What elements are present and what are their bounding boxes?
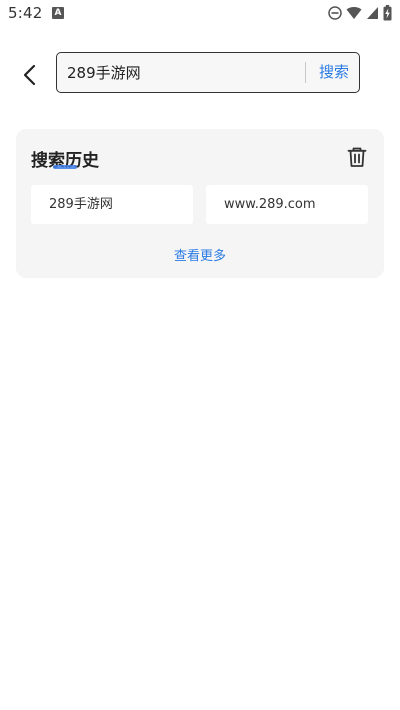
title-accent-underline	[53, 165, 77, 169]
search-history-card: 搜索历史 289手游网 www.289.com 查看更多	[16, 129, 384, 278]
trash-icon	[347, 147, 367, 167]
view-more-link[interactable]: 查看更多	[16, 245, 384, 264]
back-button[interactable]	[14, 60, 44, 90]
search-box: 搜索	[56, 52, 360, 93]
notification-app-icon: A	[52, 7, 64, 19]
back-arrow-icon	[23, 64, 36, 86]
status-time: 5:42	[8, 4, 43, 22]
signal-icon	[367, 7, 378, 19]
search-header: 搜索	[0, 52, 400, 96]
history-item[interactable]: 289手游网	[31, 185, 193, 224]
status-icons	[328, 5, 392, 21]
battery-charging-icon	[383, 5, 392, 21]
dnd-icon	[328, 6, 342, 20]
clear-history-button[interactable]	[346, 146, 368, 168]
history-item[interactable]: www.289.com	[206, 185, 368, 224]
wifi-icon	[346, 7, 362, 20]
search-input[interactable]	[67, 53, 297, 91]
status-bar: 5:42 A	[0, 0, 400, 28]
search-divider	[305, 62, 306, 83]
search-button[interactable]: 搜索	[309, 53, 359, 91]
